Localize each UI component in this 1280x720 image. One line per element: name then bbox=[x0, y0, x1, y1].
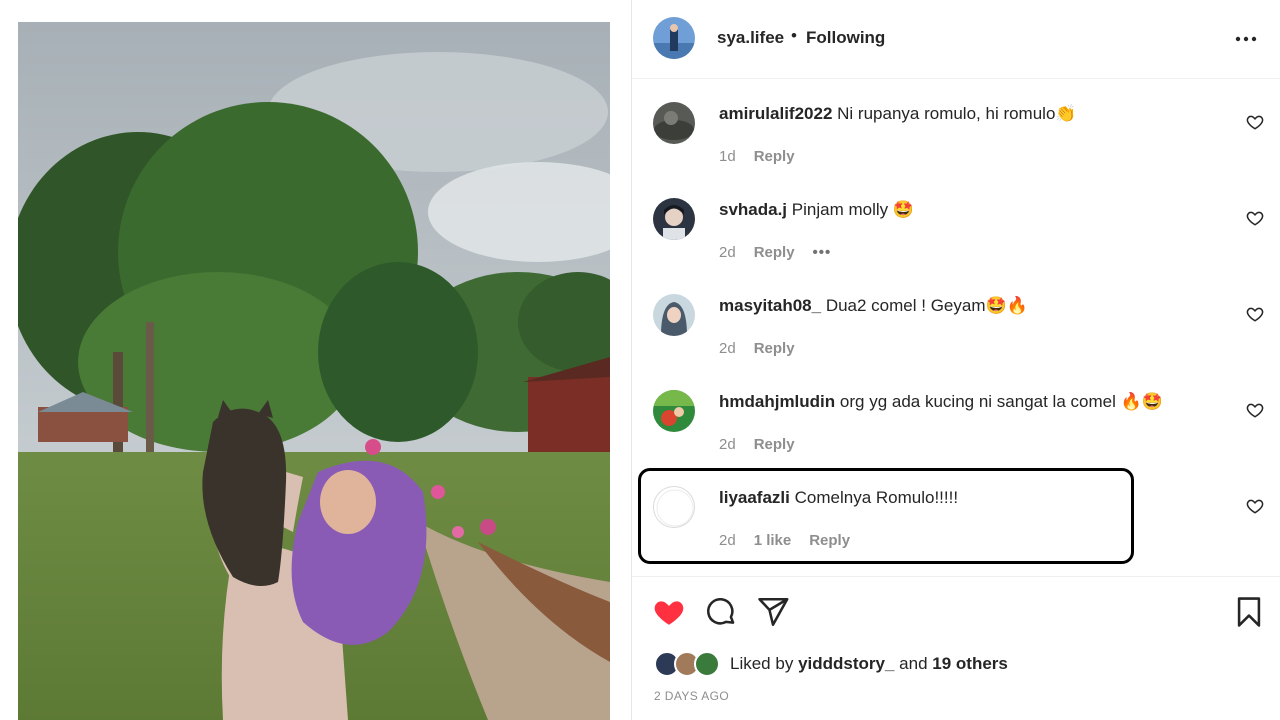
comment-username[interactable]: hmdahjmludin bbox=[719, 392, 835, 411]
reply-button[interactable]: Reply bbox=[754, 244, 795, 261]
comment-time[interactable]: 2d bbox=[719, 532, 736, 549]
comment-text: masyitah08_ Dua2 comel ! Geyam🤩🔥 bbox=[719, 296, 1028, 316]
comment-like-icon[interactable] bbox=[1246, 401, 1264, 419]
commenter-avatar[interactable] bbox=[653, 294, 695, 336]
comment-username[interactable]: liyaafazli bbox=[719, 488, 790, 507]
comment-text: liyaafazli Comelnya Romulo!!!!! bbox=[719, 488, 958, 508]
reply-button[interactable]: Reply bbox=[754, 340, 795, 357]
comment-text: hmdahjmludin org yg ada kucing ni sangat… bbox=[719, 392, 1163, 412]
comment-body: Pinjam molly 🤩 bbox=[791, 200, 915, 219]
comment-meta: 1d Reply bbox=[719, 148, 795, 165]
comment-likes-count[interactable]: 1 like bbox=[754, 532, 792, 549]
share-icon[interactable] bbox=[756, 595, 790, 629]
commenter-avatar[interactable] bbox=[653, 198, 695, 240]
comment-body: Dua2 comel ! Geyam🤩🔥 bbox=[825, 296, 1028, 315]
reply-button[interactable]: Reply bbox=[754, 148, 795, 165]
liker-avatar bbox=[694, 651, 720, 677]
author-avatar-image bbox=[653, 17, 695, 59]
comment-meta: 2d 1 like Reply bbox=[719, 532, 850, 549]
commenter-avatar[interactable] bbox=[653, 102, 695, 144]
likes-summary: Liked by yidddstory_ and 19 others bbox=[654, 651, 1008, 677]
heart-icon[interactable] bbox=[652, 595, 686, 629]
comment-meta: 2d Reply bbox=[719, 340, 795, 357]
save-icon[interactable] bbox=[1232, 595, 1266, 629]
comment-meta: 2d Reply bbox=[719, 436, 795, 453]
comment-time[interactable]: 2d bbox=[719, 436, 736, 453]
comment-time[interactable]: 1d bbox=[719, 148, 736, 165]
comment-username[interactable]: masyitah08_ bbox=[719, 296, 821, 315]
author-avatar[interactable] bbox=[653, 17, 695, 59]
comment-body: Ni rupanya romulo, hi romulo👏 bbox=[837, 104, 1077, 123]
comment-item: amirulalif2022 Ni rupanya romulo, hi rom… bbox=[632, 80, 1280, 176]
liker-username[interactable]: yidddstory_ bbox=[798, 654, 894, 673]
comment-item-highlighted: liyaafazli Comelnya Romulo!!!!! 2d 1 lik… bbox=[632, 464, 1280, 560]
comment-time[interactable]: 2d bbox=[719, 244, 736, 261]
reply-button[interactable]: Reply bbox=[809, 532, 850, 549]
comment-like-icon[interactable] bbox=[1246, 497, 1264, 515]
header-separator: • bbox=[791, 26, 797, 45]
commenter-avatar[interactable] bbox=[653, 390, 695, 432]
comment-item: hmdahjmludin org yg ada kucing ni sangat… bbox=[632, 368, 1280, 464]
post-photo[interactable] bbox=[18, 22, 610, 720]
comment-text: svhada.j Pinjam molly 🤩 bbox=[719, 200, 914, 220]
comments-list[interactable]: amirulalif2022 Ni rupanya romulo, hi rom… bbox=[632, 80, 1280, 575]
comment-time[interactable]: 2d bbox=[719, 340, 736, 357]
comment-text: amirulalif2022 Ni rupanya romulo, hi rom… bbox=[719, 104, 1077, 124]
comment-item: masyitah08_ Dua2 comel ! Geyam🤩🔥 2d Repl… bbox=[632, 272, 1280, 368]
more-icon[interactable] bbox=[1234, 30, 1258, 48]
comment-like-icon[interactable] bbox=[1246, 209, 1264, 227]
likes-conjunction: and bbox=[899, 654, 928, 673]
comment-icon[interactable] bbox=[704, 595, 738, 629]
post-media-panel bbox=[0, 0, 631, 720]
comment-like-icon[interactable] bbox=[1246, 305, 1264, 323]
comment-options-button[interactable]: ••• bbox=[813, 244, 832, 261]
likes-others-link[interactable]: 19 others bbox=[932, 654, 1008, 673]
comment-body: org yg ada kucing ni sangat la comel 🔥🤩 bbox=[839, 392, 1163, 411]
commenter-avatar[interactable] bbox=[653, 486, 695, 528]
post-header: sya.lifee • Following bbox=[632, 0, 1280, 79]
following-button[interactable]: Following bbox=[806, 28, 885, 48]
comment-body: Comelnya Romulo!!!!! bbox=[794, 488, 959, 507]
author-username[interactable]: sya.lifee bbox=[717, 28, 784, 48]
likes-prefix: Liked by bbox=[730, 654, 794, 673]
likes-text: Liked by yidddstory_ and 19 others bbox=[730, 654, 1008, 674]
post-date[interactable]: 2 DAYS AGO bbox=[654, 689, 729, 703]
reply-button[interactable]: Reply bbox=[754, 436, 795, 453]
post-side-panel: sya.lifee • Following amirulalif2022 Ni … bbox=[632, 0, 1280, 720]
comment-username[interactable]: amirulalif2022 bbox=[719, 104, 832, 123]
comment-meta: 2d Reply ••• bbox=[719, 244, 831, 261]
liker-avatars[interactable] bbox=[654, 651, 724, 677]
comment-item: svhada.j Pinjam molly 🤩 2d Reply ••• bbox=[632, 176, 1280, 272]
post-photo-image bbox=[18, 22, 610, 720]
post-actions: Liked by yidddstory_ and 19 others 2 DAY… bbox=[632, 576, 1280, 720]
comment-username[interactable]: svhada.j bbox=[719, 200, 787, 219]
comment-like-icon[interactable] bbox=[1246, 113, 1264, 131]
